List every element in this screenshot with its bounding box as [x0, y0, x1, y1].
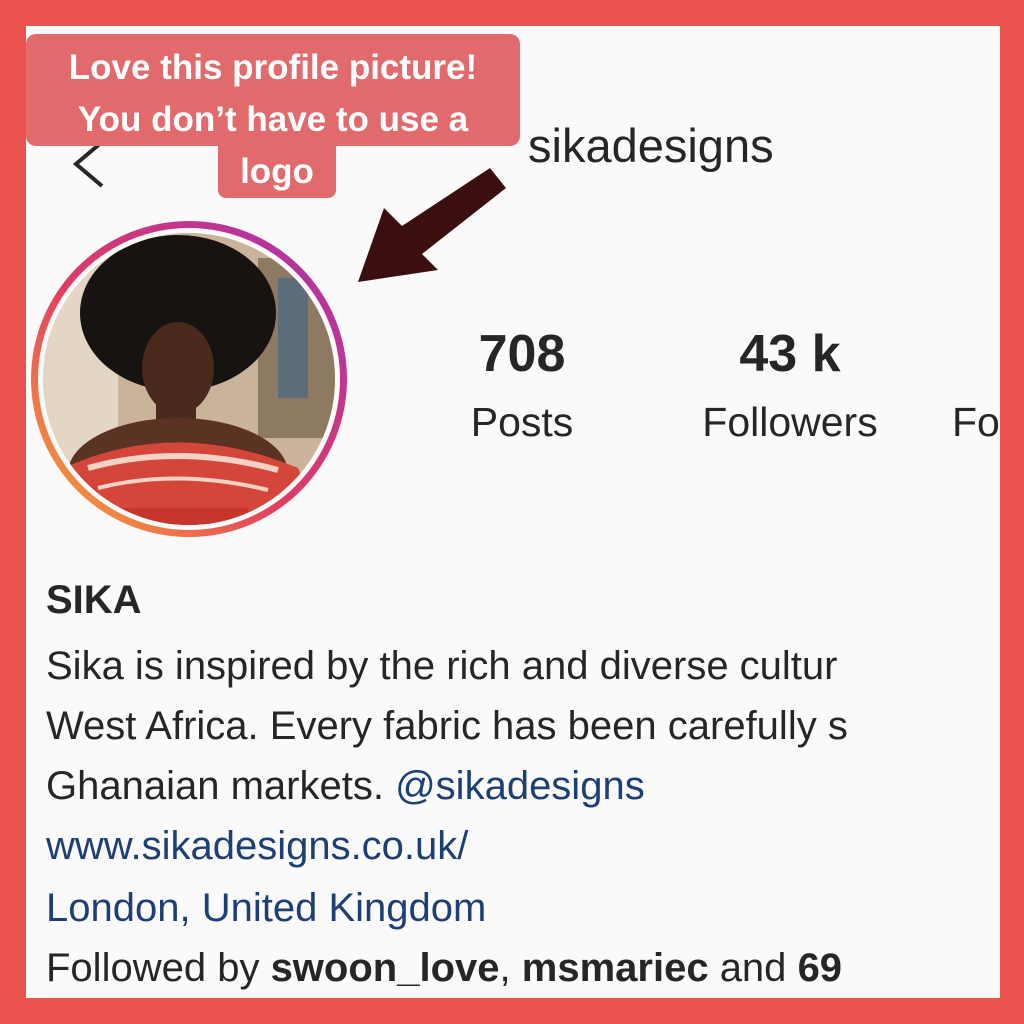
followers-label: Followers: [702, 399, 878, 445]
bio-line-3-text: Ghanaian markets.: [46, 764, 384, 808]
profile-avatar[interactable]: [28, 218, 350, 540]
following-stat[interactable]: Fo: [952, 328, 1000, 443]
followers-stat[interactable]: 43 k Followers: [680, 328, 900, 443]
posts-count: 708: [478, 325, 566, 383]
website-link[interactable]: www.sikadesigns.co.uk/: [46, 826, 468, 866]
annotation-text-line-3: logo: [240, 152, 314, 191]
posts-label: Posts: [470, 399, 574, 445]
annotation-text-line-1: Love this profile picture!: [68, 48, 478, 87]
profile-screen: sikadesigns 708 Posts 43 k Followers Fo …: [26, 26, 1000, 998]
followed-count: 69: [797, 946, 843, 990]
followed-by-prefix: Followed by: [46, 946, 260, 990]
bio-line-3: Ghanaian markets. @sikadesigns: [46, 766, 645, 806]
arrow-annotation-icon: [358, 168, 506, 282]
followed-user-2[interactable]: msmariec: [522, 946, 709, 990]
annotation-text-line-2: You don’t have to use a: [77, 100, 469, 139]
location-link[interactable]: London, United Kingdom: [46, 888, 486, 928]
profile-display-name: SIKA: [46, 578, 142, 622]
following-label: Fo: [952, 399, 1000, 445]
bio-mention-link[interactable]: @sikadesigns: [395, 764, 645, 808]
bio-line-2: West Africa. Every fabric has been caref…: [46, 704, 848, 748]
followed-and: and: [719, 946, 787, 990]
followed-user-1[interactable]: swoon_love: [271, 946, 500, 990]
followed-by-line[interactable]: Followed by swoon_love, msmariec and 69: [46, 948, 842, 988]
followers-count: 43 k: [739, 325, 841, 383]
followed-separator: ,: [499, 946, 511, 990]
profile-username: sikadesigns: [528, 119, 774, 172]
bio-line-1: Sika is inspired by the rich and diverse…: [46, 644, 838, 688]
posts-stat[interactable]: 708 Posts: [452, 328, 592, 443]
